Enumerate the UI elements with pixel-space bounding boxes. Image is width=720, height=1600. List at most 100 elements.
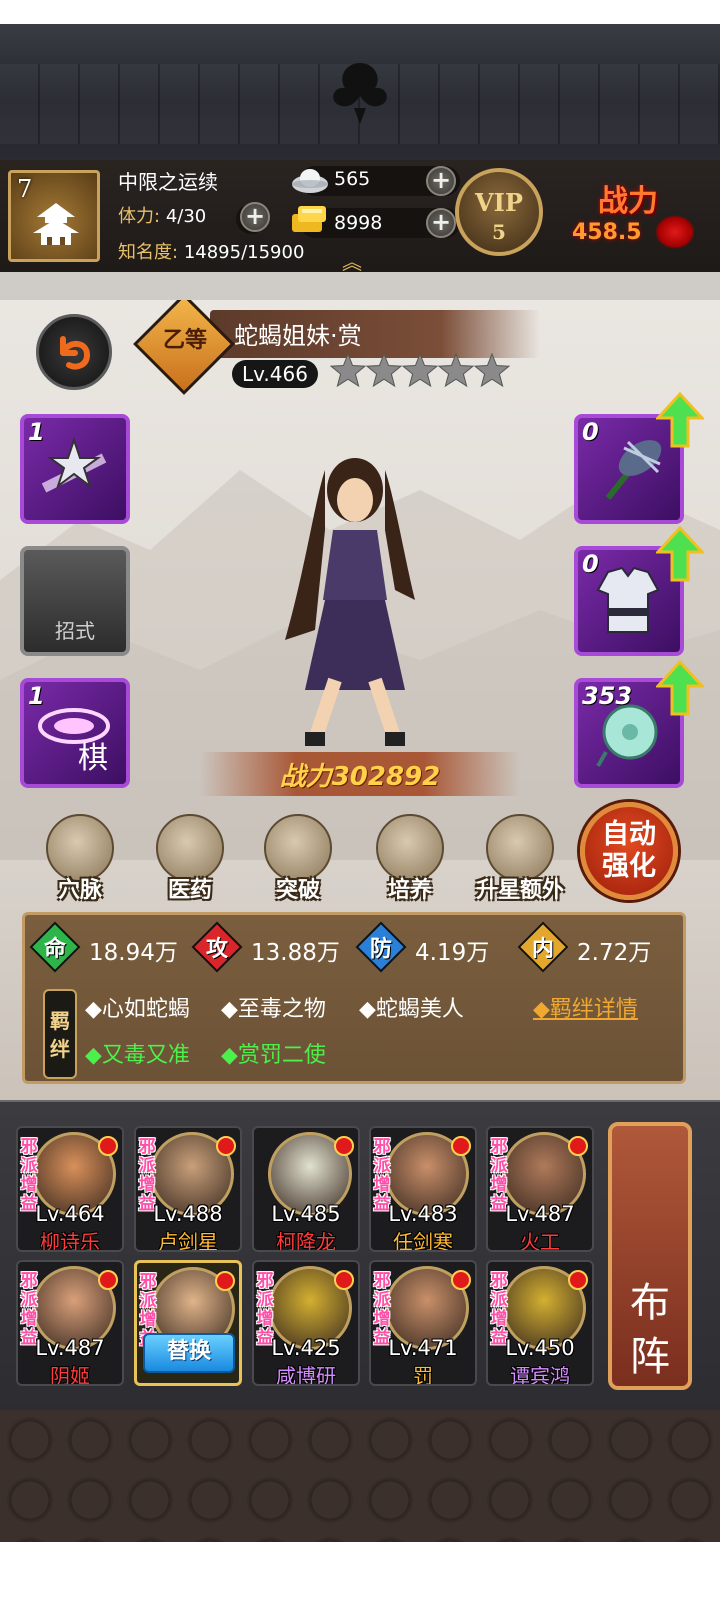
notification-dot-icon [216, 1136, 236, 1156]
divider-band [0, 272, 720, 300]
roster-slot[interactable]: 邪派增益 Lv.483 任剑寒 [369, 1126, 477, 1252]
roster-slot[interactable]: Lv.485 柯降龙 [252, 1126, 360, 1252]
attack-value: 13.88万 [251, 940, 340, 966]
roster-slot[interactable]: 邪派增益 Lv.450 谭宾鸿 [486, 1260, 594, 1386]
notification-dot-icon [215, 1271, 235, 1291]
stamina-label: 体力: [118, 206, 161, 227]
hero-power-bar: 战力302892 [200, 752, 520, 796]
roster-hero-level: Lv.471 [388, 1336, 458, 1360]
roof-ornament-icon [333, 63, 387, 124]
star-icon [437, 352, 475, 388]
stamina-display: 体力: 4/30 [118, 202, 206, 228]
skill-card-3[interactable]: 棋 1 [20, 678, 130, 788]
bond-details-link[interactable]: ◆羁绊详情 [533, 991, 638, 1023]
swap-button[interactable]: 替换 [143, 1333, 235, 1373]
roster-slot[interactable]: 邪派增益 Lv.488 卢剑星 [134, 1126, 242, 1252]
star-rating [330, 352, 510, 388]
equip-card-count: 0 [582, 550, 599, 578]
roster-hero-level: Lv.487 [505, 1202, 575, 1226]
back-arrow-icon [60, 336, 91, 370]
hero-detail-panel: 乙等 蛇蝎姐妹·赏 Lv.466 1 招式 棋 1 0 0 353 战力3028… [0, 300, 720, 1100]
skill-card-empty[interactable]: 招式 [20, 546, 130, 656]
upgrade-arrow-icon [656, 660, 704, 716]
meridian-button[interactable]: 穴脉 [40, 814, 120, 903]
silver-ingot-icon [292, 169, 328, 193]
vip-badge[interactable]: VIP 5 [455, 168, 543, 256]
breakthrough-button[interactable]: 突破 [258, 814, 338, 903]
hero-level: Lv.466 [232, 360, 318, 388]
roster-hero-name: 柯降龙 [276, 1230, 336, 1252]
chevron-up-icon[interactable]: ︽ [342, 246, 362, 275]
defense-icon-label: 防 [369, 937, 392, 962]
formation-line2: 阵 [630, 1334, 670, 1380]
skill-card-label: 招式 [55, 619, 95, 643]
equip-card-count: 0 [582, 418, 599, 446]
roster-hero-name: 咸博研 [276, 1364, 336, 1386]
roster-hero-level: Lv.483 [388, 1202, 458, 1226]
medicine-button[interactable]: 医药 [150, 814, 230, 903]
inner-value: 2.72万 [577, 940, 652, 966]
hp-icon-label: 命 [43, 937, 66, 962]
bond-item[interactable]: ◆又毒又准 [85, 1037, 190, 1069]
notification-dot-icon [451, 1136, 471, 1156]
star-icon [365, 352, 403, 388]
stamina-value: 4/30 [165, 206, 207, 227]
hero-character-figure[interactable] [255, 450, 455, 750]
breakthrough-label: 突破 [275, 878, 320, 903]
notification-dot-icon [451, 1270, 471, 1290]
star-extra-label: 升星额外 [475, 878, 564, 903]
star-icon [330, 352, 367, 388]
roster-slot[interactable]: 邪派增益 Lv.425 咸博研 [252, 1260, 360, 1386]
bond-tag: 羁 绊 [43, 989, 77, 1079]
function-row: 穴脉 医药 突破 培养 升星额外 自动 强化 [0, 796, 720, 906]
bond-item[interactable]: ◆心如蛇蝎 [85, 991, 190, 1023]
roster-hero-name: 火工 [520, 1230, 560, 1252]
player-level-badge[interactable]: 7 [8, 170, 100, 262]
roster-slot[interactable]: 邪派增益替换 [134, 1260, 242, 1386]
hero-power: 战力302892 [279, 762, 441, 792]
add-stamina-button[interactable]: + [240, 202, 270, 232]
auto-enhance-button[interactable]: 自动 强化 [580, 802, 678, 900]
attack-icon-label: 攻 [205, 937, 228, 962]
roster-hero-level: Lv.464 [35, 1202, 105, 1226]
inner-icon-label: 内 [531, 937, 554, 962]
notification-dot-icon [334, 1270, 354, 1290]
bond-item[interactable]: ◆赏罚二使 [221, 1037, 326, 1069]
hp-value: 18.94万 [89, 940, 178, 966]
roster-slot[interactable]: 邪派增益 Lv.487 阴姬 [16, 1260, 124, 1386]
add-gold-button[interactable]: + [426, 208, 456, 238]
gold-amount: 8998 [334, 212, 383, 234]
roster-hero-name: 阴姬 [50, 1364, 90, 1386]
back-button[interactable] [36, 314, 112, 390]
gold-ingot-icon [292, 206, 326, 232]
roster-slot[interactable]: 邪派增益 Lv.487 火工 [486, 1126, 594, 1252]
auto-enhance-line2: 强化 [602, 851, 656, 882]
fame-label: 知名度: [118, 242, 179, 263]
shuriken-skill-icon [41, 436, 107, 493]
star-icon [401, 352, 439, 388]
pagoda-icon [33, 203, 79, 245]
blood-splash-decoration [655, 215, 695, 249]
fame-display: 知名度: 14895/15900 [118, 238, 304, 264]
formation-button[interactable]: 布 阵 [608, 1122, 692, 1390]
notification-dot-icon [568, 1270, 588, 1290]
add-silver-button[interactable]: + [426, 166, 456, 196]
player-status-bar: 7 中限之运续 体力: 4/30 + 知名度: 14895/15900 565 … [0, 160, 720, 275]
roster-slot[interactable]: 邪派增益 Lv.464 柳诗乐 [16, 1126, 124, 1252]
roster-slot[interactable]: 邪派增益 Lv.471 罚 [369, 1260, 477, 1386]
upgrade-arrow-icon [656, 526, 704, 582]
roster-hero-name: 谭宾鸿 [510, 1364, 570, 1386]
notification-dot-icon [568, 1136, 588, 1156]
train-button[interactable]: 培养 [370, 814, 450, 903]
top-roof-decoration [0, 24, 720, 164]
skill-card-1[interactable]: 1 [20, 414, 130, 524]
attributes-panel: 命 18.94万 攻 13.88万 防 4.19万 内 2.72万 羁 绊 ◆心… [22, 912, 686, 1084]
bond-item[interactable]: ◆至毒之物 [221, 991, 326, 1023]
roster-hero-name: 卢剑星 [158, 1230, 218, 1252]
team-power-value: 458.5 [572, 220, 642, 245]
auto-enhance-line1: 自动 [602, 819, 656, 850]
bond-item[interactable]: ◆蛇蝎美人 [359, 991, 464, 1023]
svg-text:棋: 棋 [78, 741, 108, 772]
roster-hero-name: 柳诗乐 [40, 1230, 100, 1252]
star-extra-button[interactable]: 升星额外 [476, 814, 564, 903]
